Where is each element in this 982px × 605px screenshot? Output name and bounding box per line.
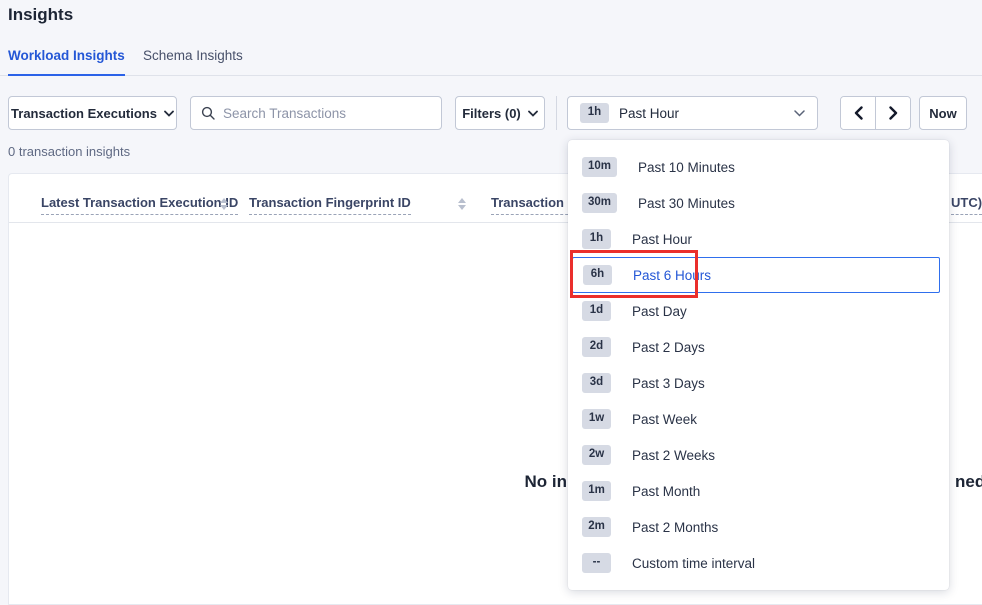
tab-bar: Workload Insights Schema Insights [0,44,982,76]
workload-type-select[interactable]: Transaction Executions [8,96,177,130]
range-badge: 2m [582,517,611,537]
menu-item-label: Past 2 Weeks [632,448,715,463]
menu-item-past-month[interactable]: 1m Past Month [568,473,949,509]
range-badge: -- [582,553,611,573]
menu-item-past-30-minutes[interactable]: 30m Past 30 Minutes [568,185,949,221]
range-badge: 2d [582,337,611,357]
column-header-utc-truncated[interactable]: UTC) [951,195,982,215]
time-range-badge: 1h [580,103,609,123]
time-range-label: Past Hour [619,106,784,121]
empty-state-message-right-fragment: ned. [955,472,982,492]
menu-item-label: Past Day [632,304,687,319]
menu-item-past-2-weeks[interactable]: 2w Past 2 Weeks [568,437,949,473]
range-badge: 30m [582,193,617,213]
toolbar-divider [556,96,557,130]
workload-type-label: Transaction Executions [11,106,157,121]
menu-item-past-3-days[interactable]: 3d Past 3 Days [568,365,949,401]
range-badge: 1d [582,301,611,321]
time-range-dropdown-menu: 10m Past 10 Minutes 30m Past 30 Minutes … [568,140,949,590]
column-header-latest-transaction-execution-id[interactable]: Latest Transaction Execution ID [41,195,238,215]
menu-item-past-2-days[interactable]: 2d Past 2 Days [568,329,949,365]
menu-item-past-hour[interactable]: 1h Past Hour [568,221,949,257]
range-badge: 3d [582,373,611,393]
time-step-buttons [840,96,911,130]
chevron-down-icon [528,110,538,117]
column-header-transaction-fingerprint-id[interactable]: Transaction Fingerprint ID [249,195,411,215]
menu-item-custom-time-interval[interactable]: -- Custom time interval [568,545,949,581]
empty-state-message-left-fragment: No in [450,472,567,492]
next-interval-button[interactable] [876,97,910,129]
sort-icon[interactable] [458,196,466,212]
tab-schema-insights[interactable]: Schema Insights [143,48,243,76]
chevron-down-icon [164,110,174,117]
menu-item-past-6-hours[interactable]: 6h Past 6 Hours [572,257,940,293]
range-badge: 1w [582,409,611,429]
menu-item-label: Custom time interval [632,556,755,571]
search-icon [201,106,215,120]
range-badge: 2w [582,445,611,465]
time-range-select[interactable]: 1h Past Hour [567,96,818,130]
page-title: Insights [8,5,73,25]
range-badge: 10m [582,157,617,177]
sort-icon[interactable] [220,196,228,212]
menu-item-past-10-minutes[interactable]: 10m Past 10 Minutes [568,149,949,185]
menu-item-past-2-months[interactable]: 2m Past 2 Months [568,509,949,545]
menu-item-label: Past Month [632,484,700,499]
search-transactions-box [190,96,442,130]
menu-item-label: Past 10 Minutes [638,160,735,175]
now-label: Now [929,106,956,121]
range-badge: 6h [583,265,612,285]
previous-interval-button[interactable] [841,97,876,129]
search-input[interactable] [223,106,431,121]
chevron-left-icon [854,106,863,120]
range-badge: 1h [582,229,611,249]
chevron-right-icon [889,106,898,120]
range-badge: 1m [582,481,611,501]
menu-item-label: Past 3 Days [632,376,705,391]
chevron-down-icon [794,110,805,117]
menu-item-label: Past 2 Days [632,340,705,355]
tab-workload-insights[interactable]: Workload Insights [8,48,125,76]
menu-item-label: Past Hour [632,232,692,247]
now-button[interactable]: Now [919,96,967,130]
menu-item-label: Past 2 Months [632,520,718,535]
insights-count: 0 transaction insights [8,144,130,159]
menu-item-past-day[interactable]: 1d Past Day [568,293,949,329]
menu-item-label: Past 6 Hours [633,268,711,283]
menu-item-label: Past 30 Minutes [638,196,735,211]
menu-item-past-week[interactable]: 1w Past Week [568,401,949,437]
menu-item-label: Past Week [632,412,697,427]
filters-label: Filters (0) [462,106,521,121]
filters-button[interactable]: Filters (0) [455,96,545,130]
